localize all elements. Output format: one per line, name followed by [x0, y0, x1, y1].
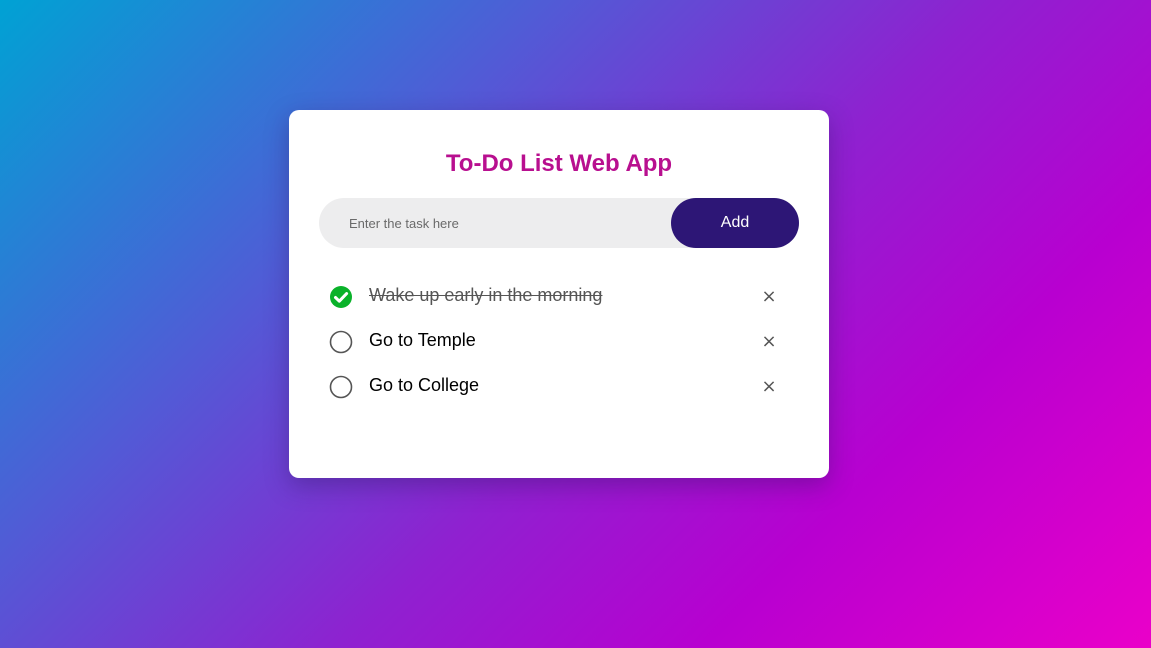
task-input-row: Add [319, 198, 799, 248]
unchecked-circle-icon[interactable] [329, 375, 353, 399]
task-item[interactable]: Wake up early in the morning × [319, 275, 799, 320]
add-button[interactable]: Add [671, 198, 799, 248]
task-item[interactable]: Go to College × [319, 365, 799, 410]
close-icon[interactable]: × [759, 375, 779, 399]
task-text: Wake up early in the morning [369, 285, 603, 305]
task-list: Wake up early in the morning × Go to Tem… [319, 275, 799, 410]
todo-card: To-Do List Web App Add Wake up early in … [289, 110, 829, 478]
task-item[interactable]: Go to Temple × [319, 320, 799, 365]
task-text: Go to College [369, 375, 480, 395]
task-input[interactable] [319, 198, 671, 248]
close-icon[interactable]: × [759, 330, 779, 354]
task-text: Go to Temple [369, 330, 476, 350]
close-icon[interactable]: × [759, 285, 779, 309]
app-title: To-Do List Web App [445, 150, 673, 177]
unchecked-circle-icon[interactable] [329, 330, 353, 354]
checked-circle-icon[interactable] [329, 285, 353, 309]
